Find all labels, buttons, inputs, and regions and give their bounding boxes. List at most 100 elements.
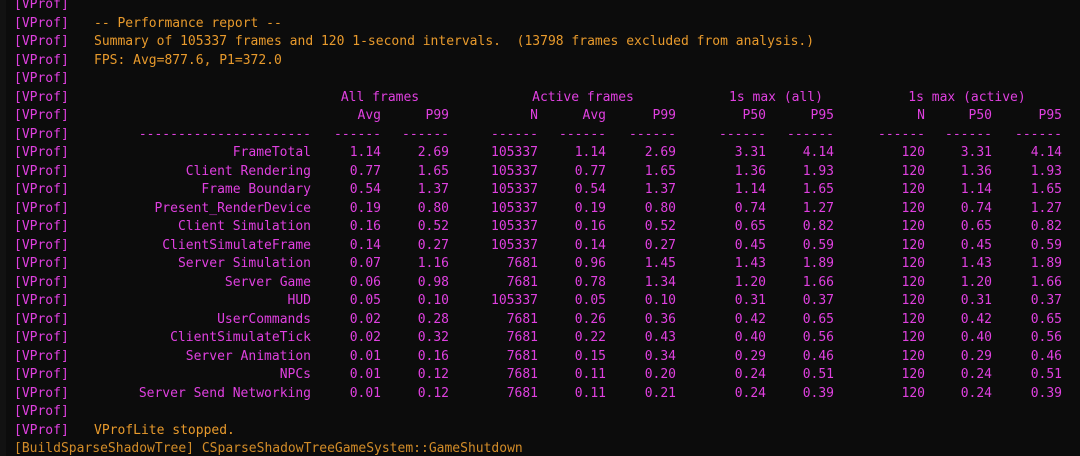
row-value: 120 bbox=[901, 311, 925, 327]
row-value: 1.14 bbox=[960, 182, 992, 197]
row-value: 0.40 bbox=[960, 330, 992, 345]
separator-dashes: ------ bbox=[334, 126, 381, 142]
row-value: 0.52 bbox=[417, 219, 449, 234]
line-prefix: [VProf] bbox=[14, 219, 69, 234]
console-line-fps: [VProf] FPS: Avg=877.6, P1=372.0 bbox=[0, 52, 1080, 71]
row-value: 0.11 bbox=[574, 385, 606, 401]
row-value: 0.16 bbox=[349, 219, 381, 234]
row-value: 0.31 bbox=[734, 293, 766, 308]
line-prefix: [VProf] bbox=[14, 34, 69, 49]
row-value: 105337 bbox=[491, 182, 538, 197]
line-prefix: [VProf] bbox=[14, 108, 69, 123]
row-value: 1.36 bbox=[960, 163, 992, 179]
row-value: 3.31 bbox=[734, 145, 766, 160]
row-value: 1.20 bbox=[734, 274, 766, 290]
row-value: 0.22 bbox=[574, 330, 606, 345]
row-value: 0.46 bbox=[1030, 348, 1062, 364]
row-value: 0.28 bbox=[417, 311, 449, 327]
row-value: 4.14 bbox=[1030, 145, 1062, 160]
row-value: 0.40 bbox=[734, 330, 766, 345]
row-value: 0.34 bbox=[644, 348, 676, 364]
line-prefix: [VProf] bbox=[14, 293, 69, 308]
line-prefix: [VProf] bbox=[14, 348, 69, 364]
table-row: [VProf] ClientSimulateTick 0.02 0.32 7681 0.2… bbox=[0, 329, 1080, 348]
row-value: 0.16 bbox=[417, 348, 449, 364]
line-prefix: [VProf] bbox=[14, 15, 69, 31]
summary-text: Summary of 105337 frames and 120 1-secon… bbox=[94, 34, 815, 49]
table-row: [VProf] Server Simulation 0.07 1.16 7681 0.96… bbox=[0, 255, 1080, 274]
column-header: Avg bbox=[582, 108, 606, 123]
row-value: 0.15 bbox=[574, 348, 606, 364]
row-value: 0.65 bbox=[802, 311, 834, 327]
row-value: 0.01 bbox=[349, 348, 381, 364]
row-name: Server Simulation bbox=[177, 256, 311, 271]
row-value: 0.27 bbox=[417, 237, 449, 253]
row-value: 7681 bbox=[506, 385, 538, 401]
row-value: 0.51 bbox=[802, 367, 834, 382]
table-row: [VProf] Frame Boundary 0.54 1.37 105337 0.54 1… bbox=[0, 181, 1080, 200]
separator-dashes: ------ bbox=[559, 126, 606, 142]
row-value: 1.14 bbox=[574, 145, 606, 160]
line-prefix: [VProf] bbox=[14, 200, 69, 216]
row-value: 1.36 bbox=[734, 163, 766, 179]
row-name: Server Send Networking bbox=[138, 385, 311, 401]
row-value: 0.29 bbox=[734, 348, 766, 364]
row-value: 1.66 bbox=[802, 274, 834, 290]
row-value: 1.66 bbox=[1030, 274, 1062, 290]
console-left-edge bbox=[0, 0, 6, 456]
separator-dashes: ---------------------- bbox=[138, 126, 311, 142]
table-row: [VProf] FrameTotal 1.14 2.69 105337 1.14 2.69 3… bbox=[0, 144, 1080, 163]
fps-text: FPS: Avg=877.6, P1=372.0 bbox=[94, 52, 282, 68]
row-value: 7681 bbox=[506, 256, 538, 271]
row-name: Frame Boundary bbox=[201, 182, 311, 197]
row-value: 1.43 bbox=[960, 256, 992, 271]
line-prefix: [VProf] bbox=[14, 385, 69, 401]
row-value: 1.45 bbox=[644, 256, 676, 271]
row-value: 0.74 bbox=[960, 200, 992, 216]
row-value: 0.45 bbox=[960, 237, 992, 253]
table-row: [VProf] ClientSimulateFrame 0.14 0.27 105337… bbox=[0, 237, 1080, 256]
row-value: 7681 bbox=[506, 367, 538, 382]
row-value: 0.26 bbox=[574, 311, 606, 327]
row-value: 0.51 bbox=[1030, 367, 1062, 382]
separator-dashes: ------ bbox=[491, 126, 538, 142]
line-prefix: [VProf] bbox=[14, 237, 69, 253]
row-value: 0.31 bbox=[960, 293, 992, 308]
line-prefix: [VProf] bbox=[14, 52, 69, 68]
table-row: [VProf] Client Simulation 0.16 0.52 105337 0.… bbox=[0, 218, 1080, 237]
separator-dashes: ------ bbox=[629, 126, 676, 142]
console-output: [VProf] [VProf] -- Performance report -- [V… bbox=[0, 0, 1080, 456]
row-value: 120 bbox=[901, 145, 925, 160]
row-value: 2.69 bbox=[644, 145, 676, 160]
row-value: 0.78 bbox=[574, 274, 606, 290]
row-value: 0.10 bbox=[644, 293, 676, 308]
row-value: 0.82 bbox=[802, 219, 834, 234]
line-prefix: [VProf] bbox=[14, 422, 69, 438]
row-value: 3.31 bbox=[960, 145, 992, 160]
row-name: Server Game bbox=[224, 274, 311, 290]
row-value: 0.16 bbox=[574, 219, 606, 234]
row-value: 1.65 bbox=[802, 182, 834, 197]
row-value: 0.56 bbox=[1030, 330, 1062, 345]
row-value: 1.89 bbox=[1030, 256, 1062, 271]
separator-dashes: ------ bbox=[945, 126, 992, 142]
group-header-all-frames: All frames bbox=[340, 89, 420, 105]
row-value: 1.14 bbox=[734, 182, 766, 197]
row-value: 120 bbox=[901, 237, 925, 253]
row-value: 0.42 bbox=[734, 311, 766, 327]
row-value: 0.39 bbox=[802, 385, 834, 401]
console-line-group-headers: [VProf] All frames Active frames 1s max (al… bbox=[0, 89, 1080, 108]
row-value: 0.54 bbox=[574, 182, 606, 197]
row-value: 0.12 bbox=[417, 367, 449, 382]
row-value: 0.59 bbox=[1030, 237, 1062, 253]
row-value: 1.14 bbox=[349, 145, 381, 160]
table-row: [VProf] Client Rendering 0.77 1.65 105337 0.7… bbox=[0, 163, 1080, 182]
line-prefix: [VProf] bbox=[14, 89, 69, 105]
row-value: 1.37 bbox=[417, 182, 449, 197]
line-prefix: [VProf] bbox=[14, 367, 69, 382]
row-value: 1.93 bbox=[802, 163, 834, 179]
line-prefix: [VProf] bbox=[14, 404, 69, 419]
column-header: P99 bbox=[425, 108, 449, 123]
table-row: [VProf] Server Game 0.06 0.98 7681 0.78 1.34 1.… bbox=[0, 274, 1080, 293]
trailing-text: [BuildSparseShadowTree] CSparseShadowTre… bbox=[14, 441, 523, 456]
